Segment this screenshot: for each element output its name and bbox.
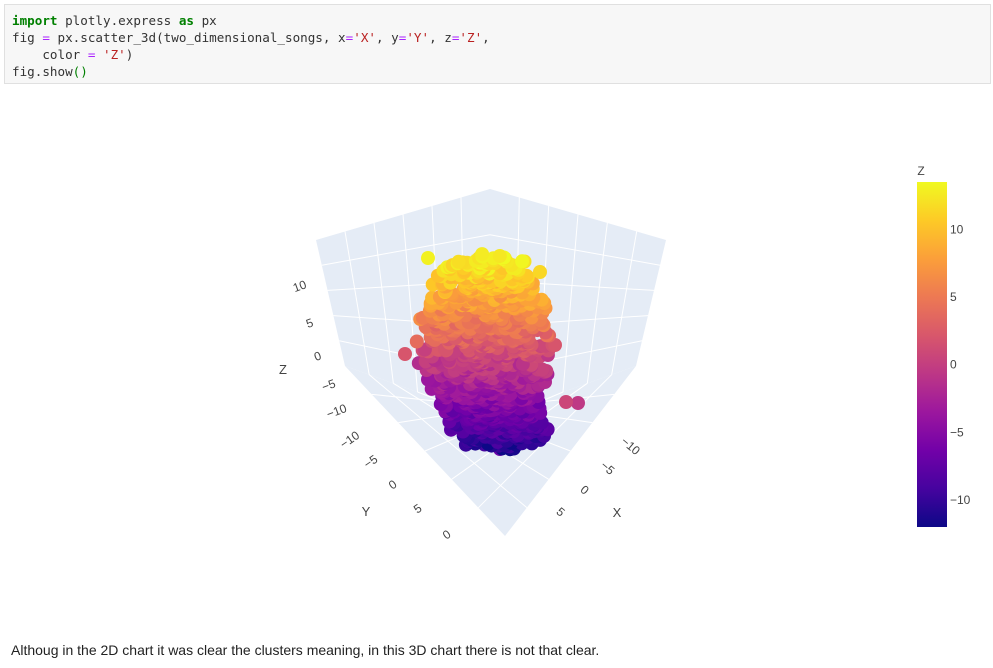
code-string: 'Y' — [406, 30, 430, 45]
code-text: , — [482, 30, 490, 45]
plotly-3d-scatter[interactable]: 10 5 0 −5 −10 −10 −5 0 5 0 5 0 −5 −10 Z Y X Z 10 5 0 −5−… — [0, 90, 993, 630]
code-text: px.scatter_3d(two_dimensional_songs, x — [49, 30, 346, 45]
scatter-point — [398, 347, 412, 361]
y-tick-label: 0 — [386, 477, 400, 492]
colorbar-tick-label: −5 — [950, 425, 964, 439]
code-text: , y — [375, 30, 399, 45]
y-tick-label: −10 — [337, 428, 362, 451]
scatter-point — [515, 254, 530, 269]
code-text: , z — [429, 30, 452, 45]
plot-svg[interactable]: 1050−5−10−10−505050−5−10 Z Y X Z 1050−5−… — [0, 90, 993, 630]
z-axis-title: Z — [279, 362, 287, 377]
y-tick-label: 5 — [411, 501, 425, 516]
x-tick-label: −10 — [618, 434, 643, 458]
colorbar-ticks: 10 5 0 −5 −10 — [950, 222, 971, 507]
code-text: ) — [125, 47, 134, 62]
code-string: 'Z' — [459, 30, 483, 45]
colorbar-tick-label: −10 — [950, 493, 971, 507]
markdown-text: Althoug in the 2D chart it was clear the… — [11, 642, 600, 658]
code-text: fig.show — [12, 64, 73, 79]
scatter-point — [533, 265, 547, 279]
code-keyword: as — [178, 13, 194, 28]
colorbar-tick-label: 5 — [950, 290, 957, 304]
code-paren: () — [72, 64, 88, 79]
y-axis-title: Y — [362, 504, 371, 519]
x-tick-label: 0 — [578, 482, 592, 497]
z-tick-label: 10 — [291, 277, 309, 295]
code-text: fig — [12, 30, 43, 45]
scatter-point — [451, 254, 466, 269]
code-keyword: import — [12, 13, 58, 28]
code-text: plotly.express — [57, 13, 179, 28]
scatter-point — [409, 334, 424, 349]
code-operator: = — [42, 30, 50, 45]
colorbar-title: Z — [917, 164, 924, 178]
code-string: 'X' — [353, 30, 376, 45]
z-tick-label: −10 — [325, 401, 349, 421]
scatter-point — [492, 249, 507, 263]
scatter-point — [475, 247, 490, 262]
x-axis-title: X — [613, 505, 622, 520]
code-string: 'Z' — [103, 47, 126, 62]
z-tick-label: 0 — [312, 348, 323, 364]
code-cell[interactable]: import plotly.express as px fig = px.sca… — [4, 4, 991, 84]
colorbar-tick-label: 10 — [950, 222, 964, 236]
z-tick-label: −5 — [320, 376, 338, 394]
x-tick-label: −5 — [598, 458, 618, 478]
y-tick-label: 0 — [440, 527, 454, 542]
scatter-point — [571, 396, 585, 410]
colorbar-tick-label: 0 — [950, 358, 957, 372]
y-tick-label: −5 — [361, 452, 381, 472]
scatter-point — [421, 251, 435, 265]
code-text: color — [12, 47, 88, 62]
z-tick-label: 5 — [304, 315, 315, 331]
code-block: import plotly.express as px fig = px.sca… — [5, 5, 990, 87]
x-tick-label: 5 — [554, 504, 568, 519]
scatter-point — [559, 395, 573, 409]
code-text: px — [194, 13, 217, 28]
colorbar — [917, 182, 947, 527]
